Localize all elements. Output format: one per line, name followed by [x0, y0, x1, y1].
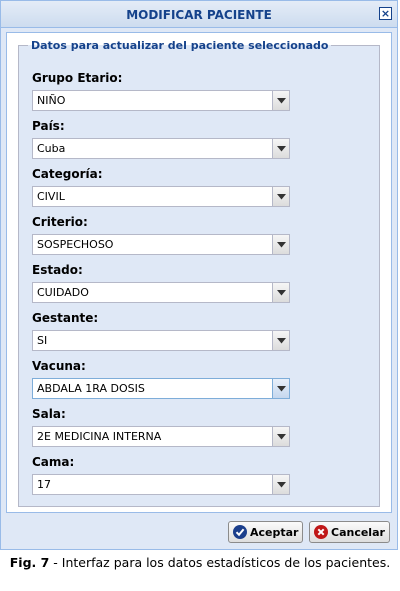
- combo-value: Cuba: [37, 142, 66, 155]
- combo-select[interactable]: 17: [32, 474, 290, 495]
- dialog-titlebar: MODIFICAR PACIENTE ×: [1, 1, 397, 28]
- form-field: Gestante: SI: [32, 310, 290, 351]
- combo-value: 17: [37, 478, 51, 491]
- combo-select[interactable]: SOSPECHOSO: [32, 234, 290, 255]
- combo-select[interactable]: SI: [32, 330, 290, 351]
- chevron-down-icon[interactable]: [272, 283, 289, 302]
- combo-value: CUIDADO: [37, 286, 89, 299]
- combo-value: CIVIL: [37, 190, 65, 203]
- form-field: Criterio: SOSPECHOSO: [32, 214, 290, 255]
- figure-caption: Fig. 7 - Interfaz para los datos estadís…: [0, 555, 400, 571]
- combo-select[interactable]: ABDALA 1RA DOSIS: [32, 378, 290, 399]
- field-label: Cama:: [32, 455, 75, 469]
- caption-prefix: Fig. 7: [9, 555, 50, 570]
- field-label: Criterio:: [32, 215, 88, 229]
- combo-value: NIÑO: [37, 94, 66, 107]
- cancel-button[interactable]: Cancelar: [309, 521, 390, 543]
- form-field: Estado: CUIDADO: [32, 262, 290, 303]
- combo-select[interactable]: CUIDADO: [32, 282, 290, 303]
- cancel-x-icon: [314, 525, 328, 539]
- field-label: País:: [32, 119, 65, 133]
- caption-text: - Interfaz para los datos estadísticos d…: [49, 555, 391, 570]
- combo-value: ABDALA 1RA DOSIS: [37, 382, 145, 395]
- field-label: Vacuna:: [32, 359, 86, 373]
- form-field: Grupo Etario: NIÑO: [32, 70, 290, 111]
- combo-value: 2E MEDICINA INTERNA: [37, 430, 162, 443]
- close-button[interactable]: ×: [379, 7, 392, 20]
- field-label: Estado:: [32, 263, 83, 277]
- accept-button-label: Aceptar: [250, 525, 299, 539]
- fieldset-legend: Datos para actualizar del paciente selec…: [31, 39, 329, 52]
- field-label: Gestante:: [32, 311, 99, 325]
- patient-data-fieldset: Datos para actualizar del paciente selec…: [18, 39, 380, 507]
- dialog-title: MODIFICAR PACIENTE: [126, 8, 272, 22]
- chevron-down-icon[interactable]: [272, 187, 289, 206]
- form-field: País: Cuba: [32, 118, 290, 159]
- combo-value: SI: [37, 334, 48, 347]
- cancel-button-label: Cancelar: [331, 525, 385, 539]
- combo-select[interactable]: 2E MEDICINA INTERNA: [32, 426, 290, 447]
- chevron-down-icon[interactable]: [272, 139, 289, 158]
- chevron-down-icon[interactable]: [272, 235, 289, 254]
- field-label: Sala:: [32, 407, 66, 421]
- accept-button[interactable]: Aceptar: [228, 521, 304, 543]
- combo-select[interactable]: CIVIL: [32, 186, 290, 207]
- combo-select[interactable]: NIÑO: [32, 90, 290, 111]
- combo-select[interactable]: Cuba: [32, 138, 290, 159]
- chevron-down-icon[interactable]: [272, 91, 289, 110]
- form-field: Sala: 2E MEDICINA INTERNA: [32, 406, 290, 447]
- close-icon: ×: [380, 7, 391, 20]
- form-field: Categoría: CIVIL: [32, 166, 290, 207]
- field-label: Grupo Etario:: [32, 71, 123, 85]
- chevron-down-icon[interactable]: [272, 379, 289, 398]
- chevron-down-icon[interactable]: [272, 331, 289, 350]
- form-field: Cama: 17: [32, 454, 290, 495]
- chevron-down-icon[interactable]: [272, 427, 289, 446]
- chevron-down-icon[interactable]: [272, 475, 289, 494]
- check-icon: [233, 525, 247, 539]
- form-field: Vacuna: ABDALA 1RA DOSIS: [32, 358, 290, 399]
- combo-value: SOSPECHOSO: [37, 238, 114, 251]
- modify-patient-dialog: MODIFICAR PACIENTE × Datos para actualiz…: [0, 0, 398, 550]
- field-label: Categoría:: [32, 167, 103, 181]
- form-panel: Datos para actualizar del paciente selec…: [6, 32, 392, 513]
